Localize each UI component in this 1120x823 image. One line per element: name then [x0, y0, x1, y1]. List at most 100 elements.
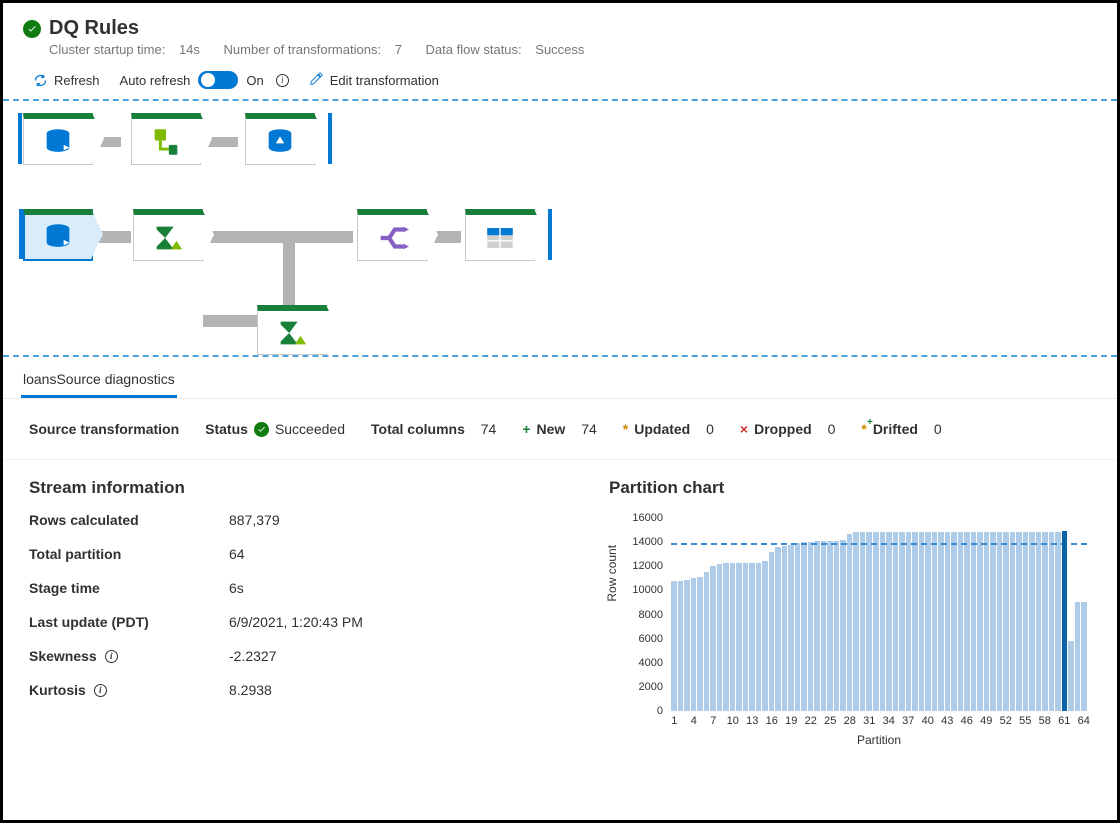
- chart-bar[interactable]: [840, 540, 846, 711]
- node-source-loans[interactable]: [23, 209, 93, 261]
- dataflow-canvas[interactable]: [3, 99, 1117, 357]
- chart-bar[interactable]: [704, 572, 710, 711]
- chart-bar[interactable]: [1023, 532, 1029, 711]
- stream-info-heading: Stream information: [29, 478, 579, 498]
- refresh-icon: [33, 73, 48, 88]
- chart-bar[interactable]: [925, 532, 931, 711]
- chart-bar[interactable]: [775, 547, 781, 711]
- chart-bar[interactable]: [1068, 641, 1074, 711]
- chart-x-tick: 64: [1078, 715, 1090, 727]
- chart-bar[interactable]: [717, 564, 723, 711]
- chart-bar[interactable]: [964, 532, 970, 711]
- chart-bar[interactable]: [873, 532, 879, 711]
- chart-bar[interactable]: [977, 532, 983, 711]
- chart-bar[interactable]: [984, 532, 990, 711]
- chart-bar[interactable]: [971, 532, 977, 711]
- chart-bar[interactable]: [951, 532, 957, 711]
- chart-bar[interactable]: [684, 580, 690, 711]
- chart-bar[interactable]: [860, 532, 866, 711]
- chart-bar[interactable]: [671, 581, 677, 711]
- chart-bar[interactable]: [990, 532, 996, 711]
- chart-bar[interactable]: [743, 563, 749, 711]
- info-icon[interactable]: i: [105, 650, 118, 663]
- chart-bar[interactable]: [1036, 532, 1042, 711]
- chart-bar[interactable]: [886, 532, 892, 711]
- chart-bar[interactable]: [945, 532, 951, 711]
- chart-bar[interactable]: [906, 532, 912, 711]
- chart-bar[interactable]: [1062, 531, 1068, 711]
- chart-bar[interactable]: [723, 563, 729, 711]
- chart-bar[interactable]: [880, 532, 886, 711]
- updated-columns-chip: *Updated 0: [623, 421, 714, 437]
- chart-bar[interactable]: [1003, 532, 1009, 711]
- chart-x-axis-label: Partition: [671, 733, 1087, 747]
- chart-x-tick: 34: [883, 715, 895, 727]
- chart-bar[interactable]: [1055, 532, 1061, 711]
- chart-bar[interactable]: [1049, 532, 1055, 711]
- node-sink-table[interactable]: [465, 209, 535, 261]
- chart-y-tick: 0: [657, 705, 663, 717]
- success-icon: [254, 422, 269, 437]
- chart-bar[interactable]: [938, 532, 944, 711]
- page-title: DQ Rules: [49, 17, 139, 40]
- chart-bar[interactable]: [997, 532, 1003, 711]
- chart-y-tick: 10000: [632, 584, 663, 596]
- chart-bar[interactable]: [834, 541, 840, 711]
- node-split[interactable]: [357, 209, 427, 261]
- chart-bar[interactable]: [808, 542, 814, 711]
- node-sink-1[interactable]: [245, 113, 315, 165]
- chart-bar[interactable]: [814, 541, 820, 711]
- chart-bar[interactable]: [821, 541, 827, 711]
- chart-x-tick: 37: [902, 715, 914, 727]
- chart-bar[interactable]: [736, 563, 742, 711]
- chart-bar[interactable]: [749, 563, 755, 711]
- chart-bar[interactable]: [827, 541, 833, 711]
- chart-y-tick: 16000: [632, 512, 663, 524]
- skewness-value: -2.2327: [229, 648, 579, 664]
- total-columns-chip: Total columns 74: [371, 421, 496, 437]
- chart-bar[interactable]: [893, 532, 899, 711]
- node-aggregate-2[interactable]: [257, 305, 327, 355]
- header: DQ Rules Cluster startup time: 14s Numbe…: [3, 3, 1117, 61]
- info-icon[interactable]: i: [276, 74, 289, 87]
- chart-bar[interactable]: [762, 561, 768, 711]
- tab-diagnostics[interactable]: loansSource diagnostics: [21, 371, 177, 398]
- chart-bar[interactable]: [919, 532, 925, 711]
- chart-bar[interactable]: [756, 563, 762, 711]
- edit-transformation-button[interactable]: Edit transformation: [309, 71, 439, 89]
- database-sink-icon: [263, 125, 297, 159]
- chart-x-tick: 22: [805, 715, 817, 727]
- chart-bar[interactable]: [847, 534, 853, 711]
- refresh-button[interactable]: Refresh: [33, 73, 100, 88]
- chart-bar[interactable]: [866, 532, 872, 711]
- chart-bar[interactable]: [1029, 532, 1035, 711]
- chart-bar[interactable]: [782, 546, 788, 711]
- chart-bar[interactable]: [912, 532, 918, 711]
- chart-bar[interactable]: [853, 532, 859, 711]
- node-transform-1[interactable]: [131, 113, 201, 165]
- chart-bar[interactable]: [788, 545, 794, 711]
- node-aggregate-1[interactable]: [133, 209, 203, 261]
- chart-bar[interactable]: [795, 543, 801, 711]
- chart-y-tick: 14000: [632, 536, 663, 548]
- chart-bar[interactable]: [801, 542, 807, 711]
- chart-bar[interactable]: [899, 532, 905, 711]
- chart-bar[interactable]: [1075, 602, 1081, 711]
- chart-bar[interactable]: [730, 563, 736, 711]
- chart-bar[interactable]: [1042, 532, 1048, 711]
- node-source-1[interactable]: [23, 113, 93, 165]
- chart-bar[interactable]: [697, 577, 703, 711]
- chart-bar[interactable]: [769, 552, 775, 711]
- chart-bar[interactable]: [1016, 532, 1022, 711]
- chart-bar[interactable]: [1081, 602, 1087, 711]
- chart-bar[interactable]: [710, 566, 716, 711]
- chart-x-tick: 13: [746, 715, 758, 727]
- chart-bar[interactable]: [958, 532, 964, 711]
- chart-bar[interactable]: [678, 581, 684, 711]
- info-icon[interactable]: i: [94, 684, 107, 697]
- chart-bar[interactable]: [691, 578, 697, 711]
- chart-bar[interactable]: [1010, 532, 1016, 711]
- auto-refresh-toggle[interactable]: [198, 71, 238, 89]
- chart-bar[interactable]: [932, 532, 938, 711]
- total-partition-label: Total partition: [29, 546, 229, 562]
